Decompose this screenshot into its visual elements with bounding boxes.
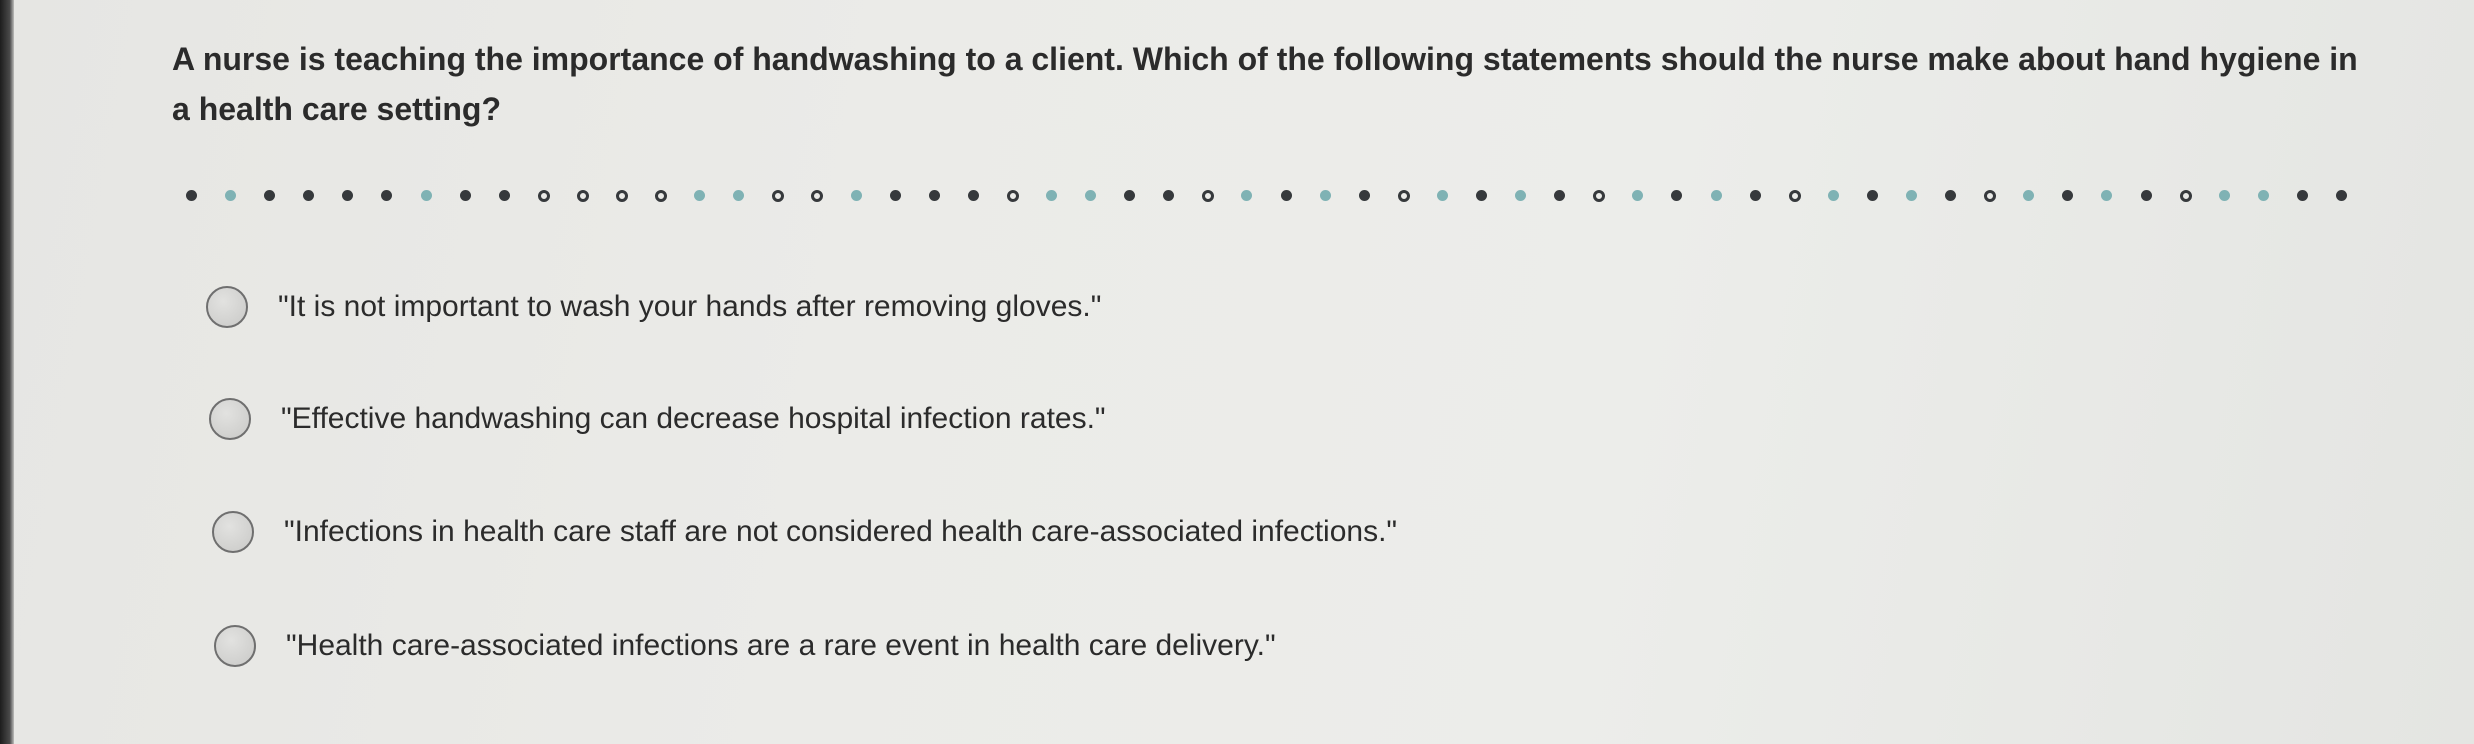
separator-dot [2336, 190, 2347, 201]
separator-dot [1281, 190, 1292, 201]
separator-dot [1163, 190, 1174, 201]
separator-dot [303, 190, 314, 201]
separator-dot [968, 190, 979, 201]
separator-dot [1554, 190, 1565, 201]
separator-dot [2023, 190, 2034, 201]
separator-ring [1593, 190, 1605, 202]
separator-dot [1632, 190, 1643, 201]
radio-button-option-2[interactable] [209, 398, 251, 440]
separator-dot [1124, 190, 1135, 201]
separator-ring [538, 190, 550, 202]
separator-dot [264, 190, 275, 201]
separator-dot [851, 190, 862, 201]
separator-dot [1241, 190, 1252, 201]
separator-dot [1476, 190, 1487, 201]
separator-dot [694, 190, 705, 201]
radio-button-option-3[interactable] [212, 511, 254, 553]
separator-dot [1906, 190, 1917, 201]
separator-dot [890, 190, 901, 201]
answer-option-3[interactable]: "Infections in health care staff are not… [212, 504, 1397, 560]
separator-ring [577, 190, 589, 202]
separator-dot [2062, 190, 2073, 201]
dotted-separator [186, 190, 2347, 204]
radio-button-option-4[interactable] [214, 625, 256, 667]
separator-ring [811, 190, 823, 202]
separator-dot [460, 190, 471, 201]
answer-option-4-label: "Health care-associated infections are a… [286, 629, 1276, 662]
separator-dot [1320, 190, 1331, 201]
radio-button-option-1[interactable] [206, 286, 248, 328]
separator-dot [1671, 190, 1682, 201]
separator-ring [2180, 190, 2192, 202]
separator-dot [929, 190, 940, 201]
separator-dot [1828, 190, 1839, 201]
separator-dot [1711, 190, 1722, 201]
separator-dot [1515, 190, 1526, 201]
separator-dot [2297, 190, 2308, 201]
separator-ring [1984, 190, 1996, 202]
answer-option-1[interactable]: "It is not important to wash your hands … [206, 279, 1101, 335]
separator-dot [2219, 190, 2230, 201]
separator-ring [772, 190, 784, 202]
separator-dot [733, 190, 744, 201]
separator-dot [342, 190, 353, 201]
separator-dot [499, 190, 510, 201]
separator-ring [1007, 190, 1019, 202]
question-text: A nurse is teaching the importance of ha… [172, 41, 2358, 127]
separator-dot [2141, 190, 2152, 201]
separator-dot [421, 190, 432, 201]
separator-dot [1437, 190, 1448, 201]
separator-ring [655, 190, 667, 202]
separator-dot [186, 190, 197, 201]
separator-ring [1789, 190, 1801, 202]
separator-dot [1750, 190, 1761, 201]
separator-ring [616, 190, 628, 202]
answer-option-2-label: "Effective handwashing can decrease hosp… [281, 402, 1106, 435]
answer-option-1-label: "It is not important to wash your hands … [278, 290, 1102, 323]
window-left-edge [0, 0, 14, 744]
separator-dot [225, 190, 236, 201]
separator-ring [1398, 190, 1410, 202]
separator-dot [381, 190, 392, 201]
separator-dot [1085, 190, 1096, 201]
separator-dot [1945, 190, 1956, 201]
answer-option-2[interactable]: "Effective handwashing can decrease hosp… [209, 391, 1106, 447]
separator-ring [1202, 190, 1214, 202]
separator-dot [1046, 190, 1057, 201]
separator-dot [2258, 190, 2269, 201]
separator-dot [1359, 190, 1370, 201]
separator-dot [1867, 190, 1878, 201]
answer-option-4[interactable]: "Health care-associated infections are a… [214, 618, 1276, 674]
answer-option-3-label: "Infections in health care staff are not… [284, 515, 1398, 548]
separator-dot [2101, 190, 2112, 201]
